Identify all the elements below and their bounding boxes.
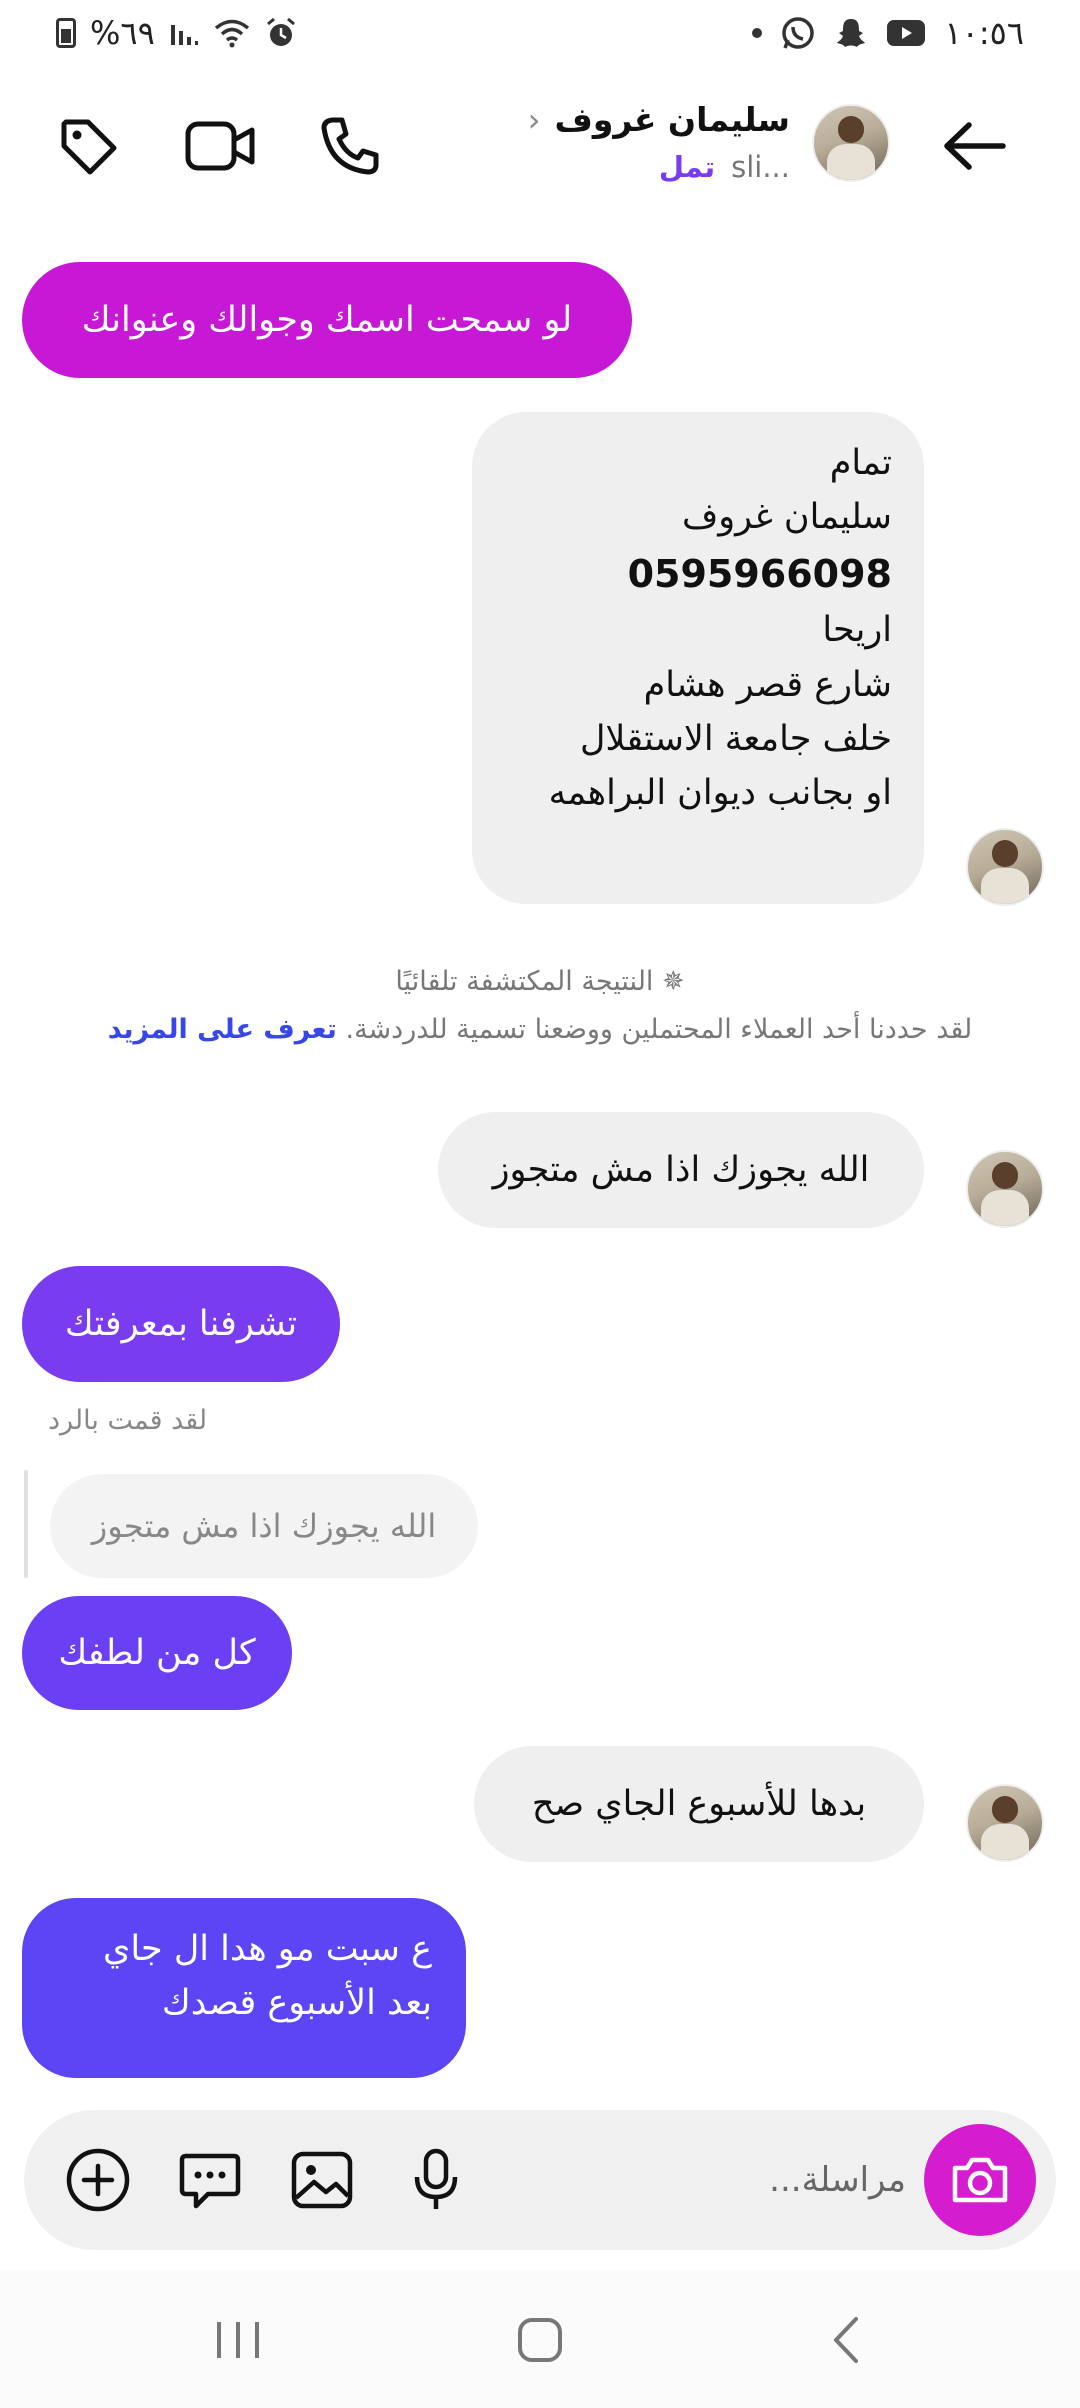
message-outgoing[interactable]: لو سمحت اسمك وجوالك وعنوانك: [22, 262, 632, 378]
back-button[interactable]: [938, 110, 1010, 182]
message-line: اريحا: [822, 610, 892, 651]
arrow-left-icon: [944, 122, 1006, 170]
reply-indicator-bar: [24, 1470, 28, 1578]
sparkle-icon: ✵: [662, 966, 685, 997]
plus-circle-icon: [66, 2148, 130, 2212]
status-right: ١٠:٥٦: [752, 14, 1024, 52]
message-outgoing[interactable]: ع سبت مو هدا ال جاي بعد الأسبوع قصدك: [22, 1898, 466, 2078]
message-text: بدها للأسبوع الجاي صح: [531, 1783, 867, 1824]
voice-message-button[interactable]: [400, 2144, 472, 2216]
auto-detected-notice-body: لقد حددنا أحد العملاء المحتملين ووضعنا ت…: [0, 1014, 1080, 1045]
snapchat-icon: [837, 19, 866, 47]
chat-header: سليمان غروف ‹ تمل sli...: [0, 80, 1080, 210]
back-nav-button[interactable]: [806, 2310, 886, 2370]
tag-icon: [61, 119, 117, 175]
clock-time: ١٠:٥٦: [944, 14, 1024, 52]
message-outgoing[interactable]: تشرفنا بمعرفتك: [22, 1266, 340, 1382]
home-button[interactable]: [500, 2310, 580, 2370]
chevron-left-icon: [834, 2317, 858, 2363]
sender-avatar[interactable]: [966, 828, 1044, 906]
message-incoming[interactable]: الله يجوزك اذا مش متجوز: [438, 1112, 924, 1228]
whatsapp-icon: [782, 17, 815, 49]
notice-body: لقد حددنا أحد العملاء المحتملين ووضعنا ت…: [345, 1014, 973, 1045]
replied-message-quote[interactable]: الله يجوزك اذا مش متجوز: [50, 1474, 478, 1578]
label-tag-button[interactable]: [52, 110, 124, 182]
signal-icon: [170, 25, 198, 45]
message-outgoing[interactable]: كل من لطفك: [22, 1596, 292, 1710]
status-bar: %٦٩ ١٠:٥٦: [0, 0, 1080, 72]
chat-bubble-dots-icon: [179, 2153, 241, 2209]
message-incoming[interactable]: بدها للأسبوع الجاي صح: [474, 1746, 924, 1862]
reply-label: لقد قمت بالرد: [48, 1405, 208, 1436]
message-text: كل من لطفك: [58, 1632, 256, 1673]
contact-name-row[interactable]: سليمان غروف ‹: [528, 100, 790, 139]
home-icon: [518, 2318, 562, 2362]
notification-dot-icon: [752, 28, 763, 38]
message-input[interactable]: [606, 2146, 906, 2214]
contact-status: تمل: [658, 150, 716, 184]
add-button[interactable]: [62, 2144, 134, 2216]
status-left: %٦٩: [56, 14, 297, 52]
message-line: خلف جامعة الاستقلال: [580, 718, 892, 759]
phone-icon: [321, 117, 379, 175]
message-line: بعد الأسبوع قصدك: [161, 1983, 432, 2024]
recent-apps-icon: [217, 2322, 259, 2358]
youtube-icon: [887, 20, 926, 46]
message-line: او بجانب ديوان البراهمه: [548, 773, 892, 814]
battery-icon: [56, 18, 76, 48]
message-composer: [24, 2110, 1056, 2250]
video-call-button[interactable]: [184, 110, 256, 182]
image-icon: [291, 2151, 353, 2209]
saved-replies-button[interactable]: [174, 2144, 246, 2216]
gallery-button[interactable]: [286, 2144, 358, 2216]
message-line: ع سبت مو هدا ال جاي: [103, 1929, 432, 1969]
chevron-left-icon: ‹: [527, 100, 541, 139]
message-incoming[interactable]: تمام سليمان غروف 0595966098 اريحا شارع ق…: [472, 412, 924, 904]
learn-more-link[interactable]: تعرف على المزيد: [108, 1014, 337, 1045]
camera-icon: [952, 2157, 1008, 2203]
system-navigation-bar: [0, 2270, 1080, 2408]
contact-name: سليمان غروف: [554, 100, 790, 139]
wifi-icon: [214, 19, 249, 48]
message-line: سليمان غروف: [682, 497, 892, 538]
sender-avatar[interactable]: [966, 1784, 1044, 1862]
camera-button[interactable]: [924, 2124, 1036, 2236]
video-camera-icon: [185, 121, 255, 171]
contact-avatar[interactable]: [812, 104, 890, 182]
auto-detected-notice-title: ✵ النتيجة المكتشفة تلقائيًا: [0, 966, 1080, 997]
contact-subline: تمل sli...: [659, 150, 790, 184]
contact-username: sli...: [731, 150, 790, 184]
message-line: شارع قصر هشام: [643, 664, 892, 705]
alarm-icon: [266, 17, 295, 46]
sender-avatar[interactable]: [966, 1150, 1044, 1228]
microphone-icon: [414, 2148, 458, 2209]
battery-level: %٦٩: [90, 14, 155, 52]
message-phone-number[interactable]: 0595966098: [504, 545, 892, 604]
message-line: تمام: [829, 443, 892, 483]
message-text: الله يجوزك اذا مش متجوز: [492, 1149, 870, 1190]
notice-title: النتيجة المكتشفة تلقائيًا: [395, 966, 654, 997]
message-text: تشرفنا بمعرفتك: [64, 1303, 298, 1344]
voice-call-button[interactable]: [314, 110, 386, 182]
recent-apps-button[interactable]: [198, 2310, 278, 2370]
quote-text: الله يجوزك اذا مش متجوز: [91, 1507, 437, 1545]
message-text: لو سمحت اسمك وجوالك وعنوانك: [81, 299, 573, 340]
